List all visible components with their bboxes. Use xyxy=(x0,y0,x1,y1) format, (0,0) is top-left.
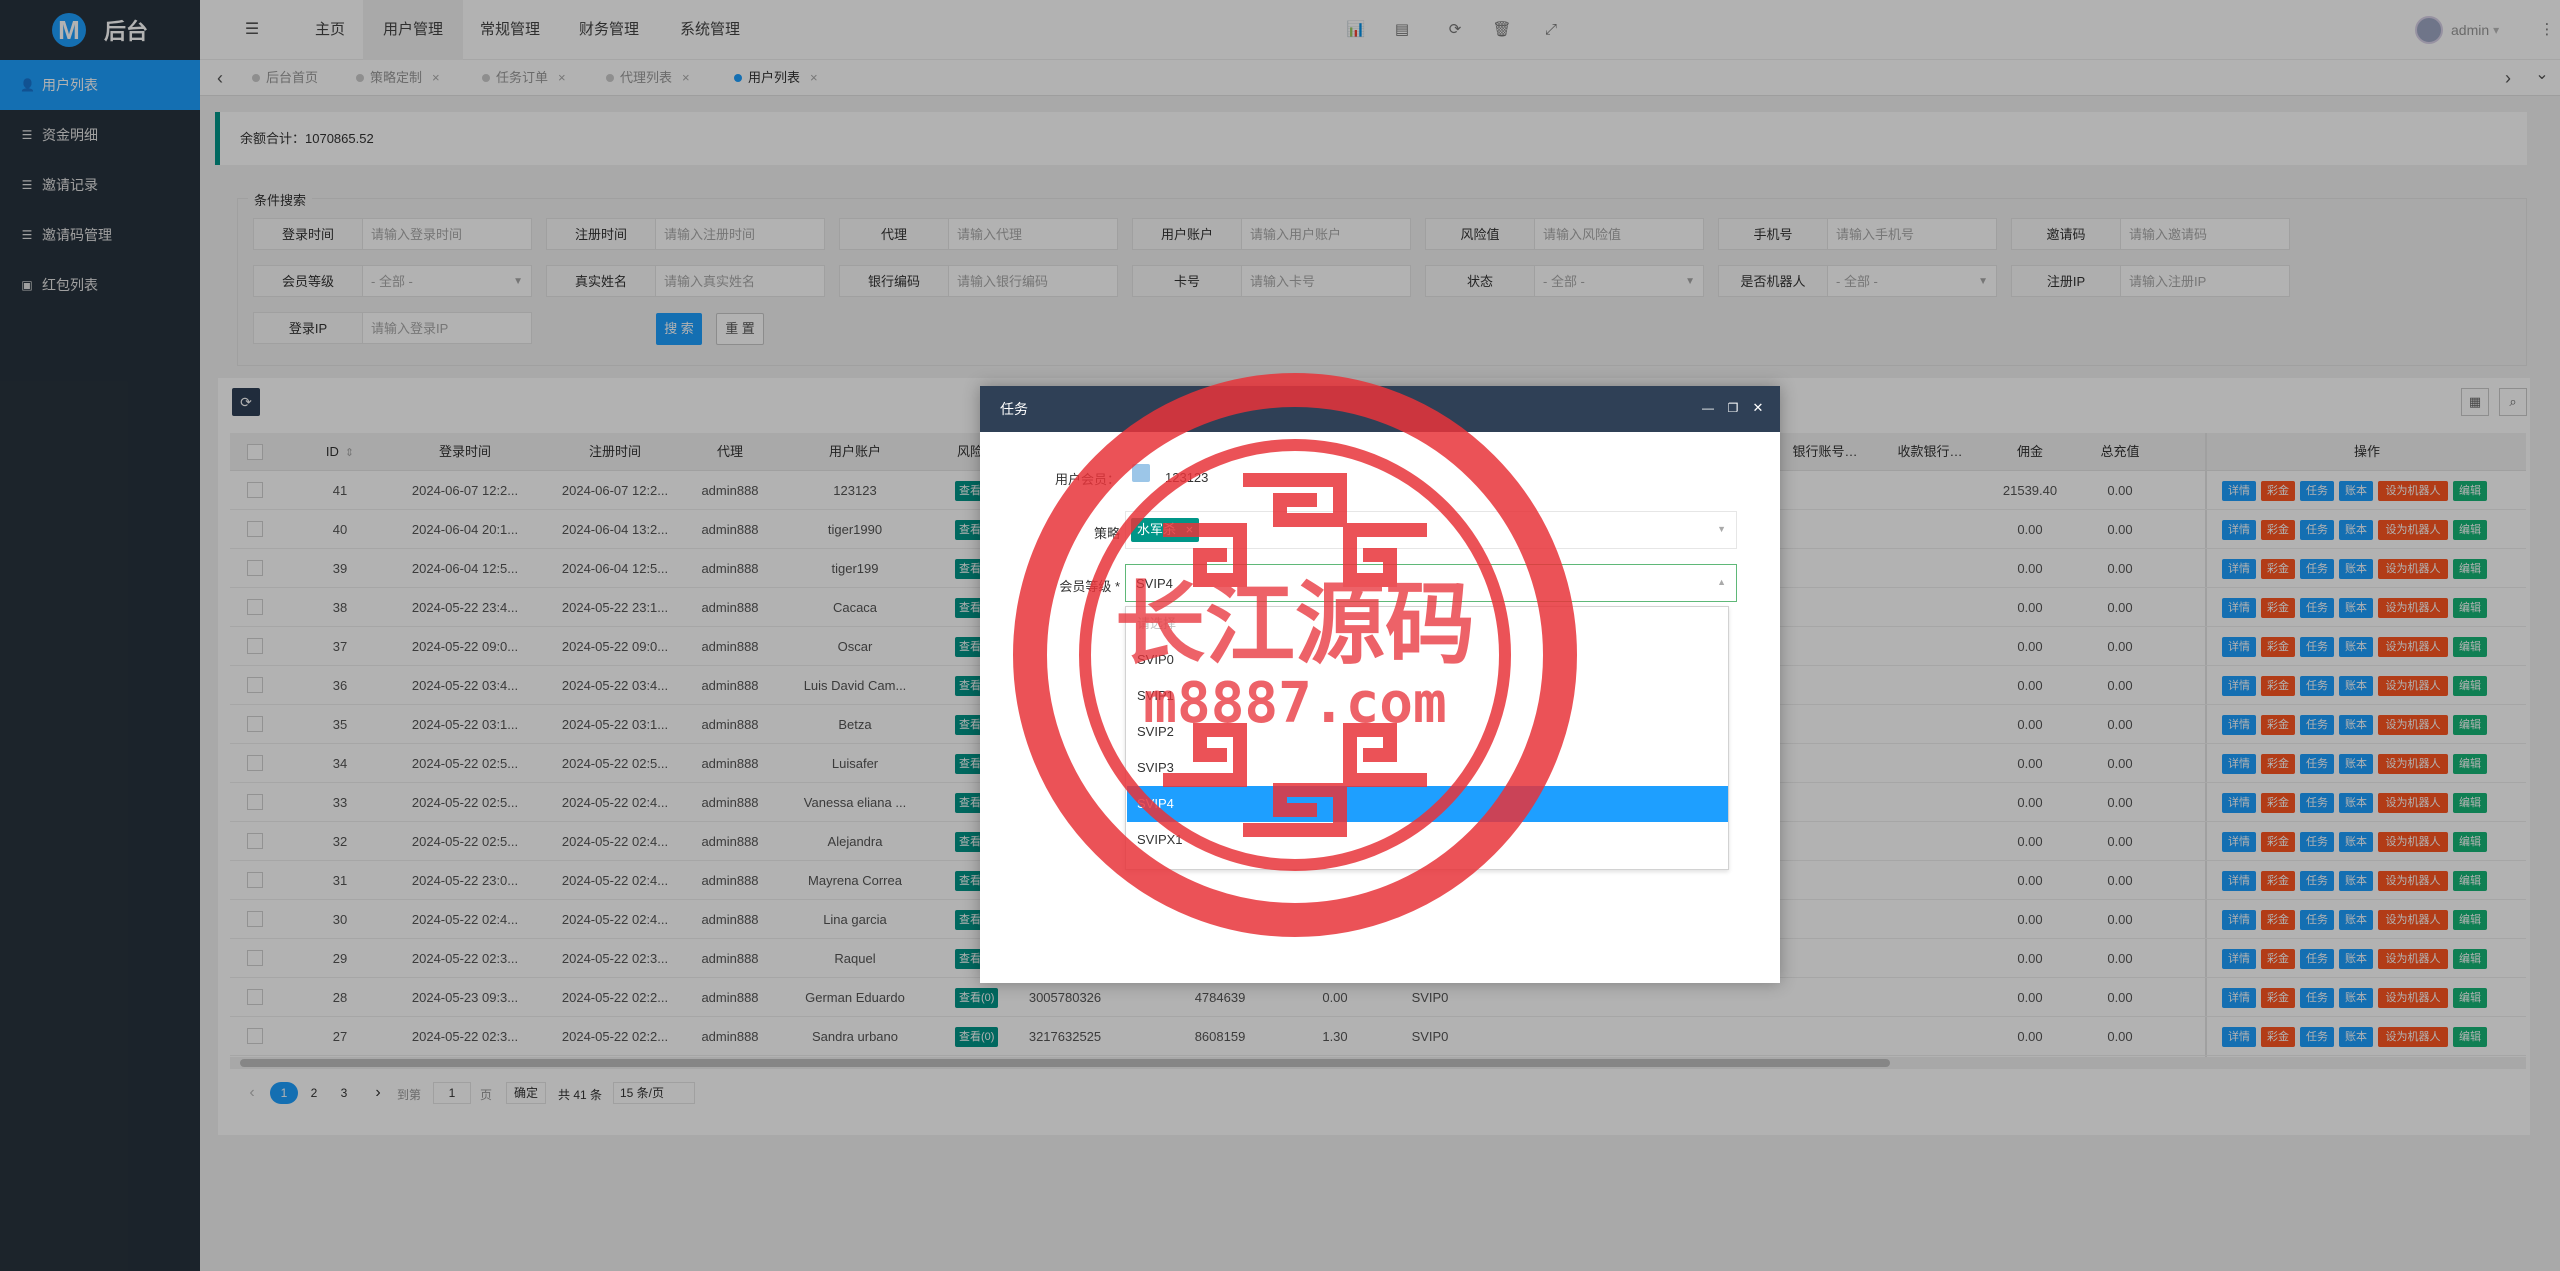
seal-fret-br xyxy=(1343,723,1427,787)
minimize-icon[interactable]: — xyxy=(1698,398,1718,418)
seal-fret-bl xyxy=(1163,723,1247,787)
close-icon[interactable]: ✕ xyxy=(1748,398,1768,418)
watermark-url: m8887.com xyxy=(1143,671,1446,736)
watermark-title: 长江源码 xyxy=(1115,572,1475,677)
watermark-seal: 长江源码 m8887.com xyxy=(1013,373,1577,937)
caret-up-icon: ▲ xyxy=(1717,577,1726,587)
seal-fret-bottom xyxy=(1243,783,1347,837)
caret-down-icon: ▼ xyxy=(1717,524,1726,534)
seal-fret-top xyxy=(1243,473,1347,527)
maximize-icon[interactable]: ❐ xyxy=(1723,398,1743,418)
